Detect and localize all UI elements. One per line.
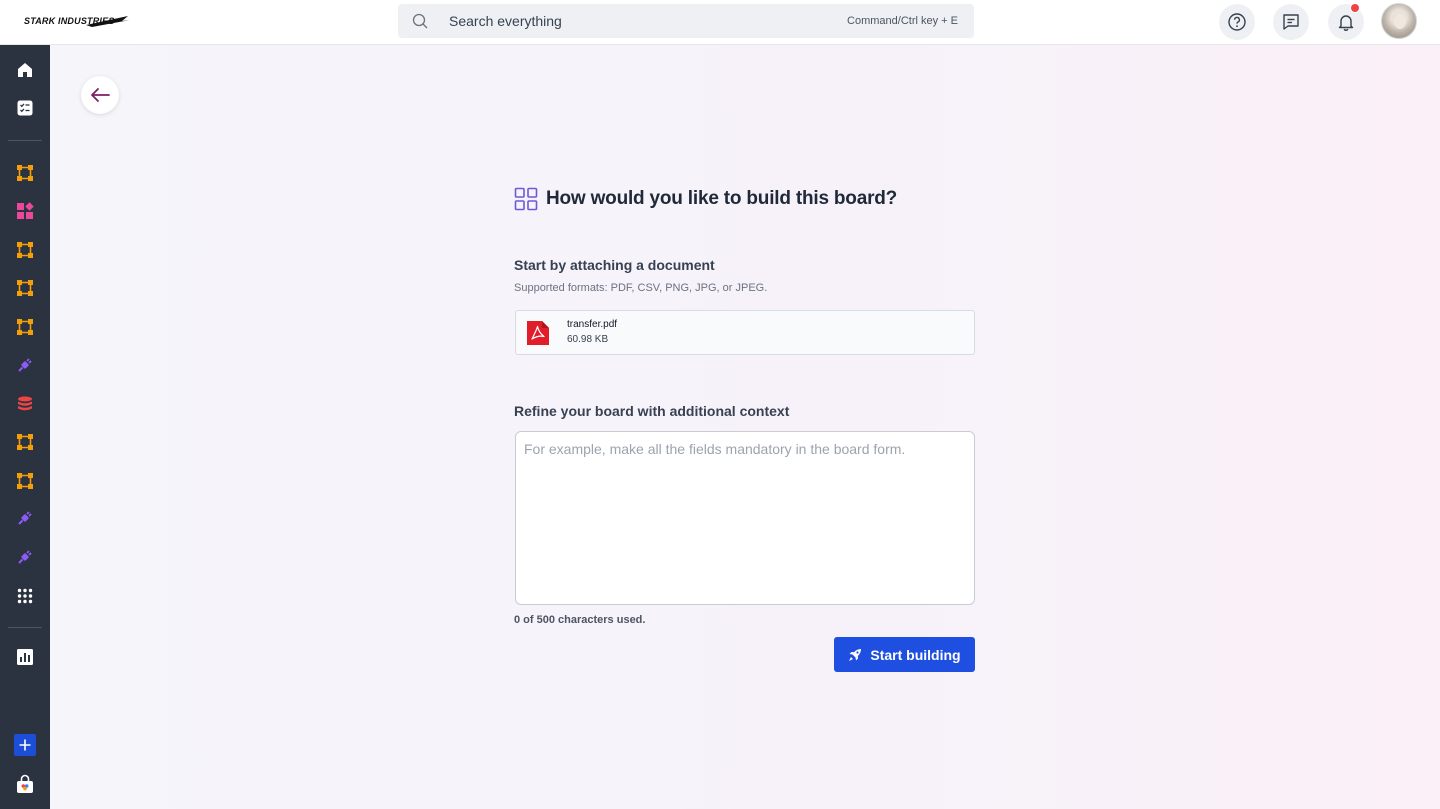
sidebar-item-integration-2[interactable] [13, 506, 37, 530]
sidebar-item-board-4[interactable] [13, 315, 37, 339]
sidebar-divider [8, 627, 42, 628]
back-button[interactable] [81, 76, 119, 114]
board-nodes-icon [17, 434, 33, 450]
feedback-button[interactable] [1273, 4, 1309, 40]
page-title: How would you like to build this board? [546, 188, 898, 209]
sidebar-item-board-6[interactable] [13, 469, 37, 493]
attach-section-title: Start by attaching a document [514, 257, 715, 273]
sidebar-divider [8, 140, 42, 141]
plus-icon [14, 734, 36, 756]
help-button[interactable] [1219, 4, 1255, 40]
notifications-button[interactable] [1328, 3, 1364, 40]
main-content: How would you like to build this board? … [50, 45, 1440, 809]
sidebar-item-more-apps[interactable] [13, 584, 37, 608]
sidebar-item-board-1[interactable] [13, 161, 37, 185]
database-icon [18, 396, 32, 411]
sidebar-item-board-2[interactable] [13, 238, 37, 262]
sidebar-item-integration-1[interactable] [13, 353, 37, 377]
top-bar: STARK INDUSTRIES Search everything Comma… [0, 0, 1440, 45]
integration-plug-icon [18, 358, 32, 372]
sidebar-item-tasks[interactable] [13, 96, 37, 120]
dots-grid-icon [17, 588, 33, 604]
start-building-button[interactable]: Start building [834, 637, 975, 672]
apps-grid-icon [17, 202, 34, 219]
bell-icon [1338, 15, 1354, 31]
store-bag-icon [17, 774, 33, 793]
integration-plug-icon [18, 511, 32, 525]
sidebar-item-integration-3[interactable] [13, 545, 37, 569]
file-size: 60.98 KB [567, 334, 609, 345]
file-name: transfer.pdf [567, 319, 618, 330]
brand-logo[interactable]: STARK INDUSTRIES [24, 14, 132, 30]
avatar-face [1394, 14, 1406, 29]
task-list-icon [17, 100, 33, 116]
sidebar-item-database[interactable] [13, 392, 37, 416]
board-nodes-icon [17, 165, 33, 181]
board-nodes-icon [17, 473, 33, 489]
user-avatar[interactable] [1381, 3, 1417, 39]
context-section-title: Refine your board with additional contex… [514, 403, 790, 419]
sidebar-item-apps[interactable] [13, 199, 37, 223]
home-icon [18, 63, 32, 77]
sidebar-item-store[interactable] [13, 772, 37, 796]
search-shortcut-hint: Command/Ctrl key + E [847, 15, 958, 27]
bar-chart-icon [17, 649, 33, 665]
pdf-file-icon [527, 321, 549, 345]
page-heading: How would you like to build this board? [514, 185, 974, 211]
rocket-icon [849, 648, 862, 661]
character-count: 0 of 500 characters used. [514, 614, 646, 626]
arrow-left-icon [91, 88, 110, 102]
sidebar-item-home[interactable] [13, 58, 37, 82]
sidebar [0, 45, 50, 809]
board-nodes-icon [17, 280, 33, 296]
attach-section-subtitle: Supported formats: PDF, CSV, PNG, JPG, o… [514, 282, 768, 294]
search-bar[interactable]: Search everything Command/Ctrl key + E [398, 4, 974, 38]
integration-plug-icon [18, 550, 32, 564]
sidebar-item-board-5[interactable] [13, 430, 37, 454]
context-textarea[interactable] [515, 431, 975, 605]
sidebar-add-button[interactable] [13, 733, 37, 757]
attached-file-card[interactable]: transfer.pdf 60.98 KB [515, 310, 975, 355]
start-building-label: Start building [870, 646, 961, 663]
board-layout-icon [514, 187, 538, 211]
search-icon [412, 13, 428, 29]
board-nodes-icon [17, 242, 33, 258]
sidebar-item-reports[interactable] [13, 645, 37, 669]
notification-badge [1350, 3, 1360, 13]
feedback-icon [1283, 14, 1299, 30]
help-circle-icon [1228, 13, 1246, 31]
board-nodes-icon [17, 319, 33, 335]
search-placeholder: Search everything [449, 13, 562, 29]
sidebar-item-board-3[interactable] [13, 276, 37, 300]
brand-swoosh-icon [86, 16, 130, 27]
